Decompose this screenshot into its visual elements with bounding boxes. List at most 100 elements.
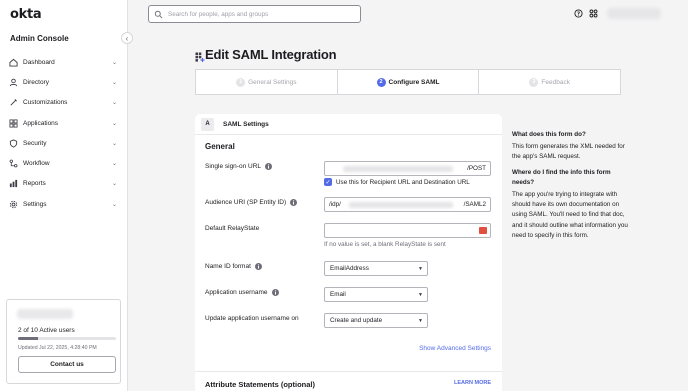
sidebar-item-label: Directory — [23, 78, 50, 86]
caret-down-icon: ▼ — [418, 292, 423, 298]
chevron-down-icon: ⌄ — [111, 161, 117, 168]
active-users-count: 2 of 10 Active users — [18, 327, 75, 334]
dashboard-icon — [9, 58, 18, 67]
active-users-progress-fill — [18, 337, 38, 340]
sidebar-item-label: Dashboard — [23, 58, 55, 66]
help-answer: This form generates the XML needed for t… — [512, 143, 625, 161]
name-id-format-label: Name ID format — [205, 263, 262, 270]
field-label-text: Update application username on — [205, 315, 299, 322]
info-icon[interactable] — [265, 163, 273, 170]
sidebar-item-workflow[interactable]: Workflow ⌄ — [0, 153, 127, 173]
info-icon[interactable] — [290, 199, 298, 206]
audience-uri-suffix: /SAML2 — [463, 201, 486, 208]
recipient-checkbox-row[interactable]: ✓ Use this for Recipient URL and Destina… — [324, 178, 470, 186]
field-label-text: Single sign-on URL — [205, 163, 262, 170]
saml-settings-card: A SAML Settings General Single sign-on U… — [195, 114, 502, 391]
info-icon[interactable] — [271, 289, 279, 296]
select-value: Email — [330, 291, 346, 298]
info-icon[interactable] — [254, 263, 262, 270]
sso-url-field[interactable]: /POST — [324, 161, 491, 176]
general-group-title: General — [205, 142, 235, 151]
audience-uri-prefix: /idp/ — [329, 201, 341, 208]
learn-more-link[interactable]: LEARN MORE — [454, 380, 491, 386]
license-card: 2 of 10 Active users Updated Jul 22, 202… — [6, 299, 121, 384]
updated-timestamp: Updated Jul 22, 2025, 4:28:40 PM — [18, 345, 97, 351]
section-title: SAML Settings — [223, 120, 269, 128]
search-icon — [154, 10, 163, 19]
caret-down-icon: ▼ — [418, 266, 423, 272]
chevron-down-icon: ⌄ — [111, 100, 117, 107]
sidebar-nav: Dashboard ⌄ Directory ⌄ Customizations ⌄… — [0, 52, 127, 214]
shield-icon — [9, 139, 18, 148]
sidebar-item-label: Applications — [23, 119, 59, 127]
relay-state-label: Default RelayState — [205, 225, 259, 232]
help-question: What does this form do? — [512, 131, 586, 138]
sidebar-item-applications[interactable]: Applications ⌄ — [0, 113, 127, 133]
okta-logo[interactable]: okta — [10, 7, 42, 22]
reports-icon — [9, 179, 18, 188]
chevron-down-icon: ⌄ — [111, 79, 117, 86]
autofill-icon[interactable] — [479, 227, 487, 234]
field-label-text: Default RelayState — [205, 225, 260, 232]
sidebar-item-directory[interactable]: Directory ⌄ — [0, 72, 127, 92]
step-label: Feedback — [541, 78, 570, 86]
page-title: Edit SAML Integration — [205, 47, 337, 62]
section-header: A SAML Settings — [195, 114, 502, 135]
sidebar-item-settings[interactable]: Settings ⌄ — [0, 194, 127, 214]
sidebar-item-security[interactable]: Security ⌄ — [0, 133, 127, 153]
redacted-value — [343, 166, 453, 172]
help-icon[interactable]: ? — [574, 9, 583, 18]
apps-grid-icon[interactable] — [589, 9, 598, 18]
audience-uri-field[interactable]: /idp/ /SAML2 — [324, 197, 491, 212]
contact-us-button[interactable]: Contact us — [18, 356, 116, 373]
user-menu-redacted[interactable] — [607, 8, 661, 19]
step-number: 3 — [529, 77, 539, 87]
step-label: General Settings — [248, 78, 297, 86]
help-panel: What does this form do? This form genera… — [512, 130, 630, 247]
relay-state-help: If no value is set, a blank RelayState i… — [324, 241, 446, 248]
chevron-down-icon: ⌄ — [111, 120, 117, 127]
step-general-settings[interactable]: 1 General Settings — [196, 70, 338, 94]
search-input[interactable]: Search for people, apps and groups — [148, 5, 361, 23]
field-label-text: Application username — [205, 289, 268, 296]
step-number: 2 — [376, 77, 386, 87]
field-label-text: Name ID format — [205, 263, 251, 270]
show-advanced-settings-link[interactable]: Show Advanced Settings — [419, 345, 491, 352]
app-username-select[interactable]: Email ▼ — [324, 287, 428, 302]
divider — [195, 371, 502, 372]
help-answer: The app you're trying to integrate with … — [512, 191, 628, 239]
recipient-checkbox[interactable]: ✓ — [324, 178, 332, 186]
step-configure-saml[interactable]: 2 Configure SAML — [338, 70, 480, 94]
active-users-progress — [18, 337, 116, 340]
sidebar-item-label: Workflow — [23, 160, 50, 168]
integration-icon — [195, 52, 205, 62]
audience-uri-label: Audience URI (SP Entity ID) — [205, 199, 298, 206]
sidebar-item-label: Security — [23, 139, 47, 147]
update-username-select[interactable]: Create and update ▼ — [324, 313, 428, 328]
attribute-statements-title: Attribute Statements (optional) — [205, 380, 315, 389]
redacted-value — [349, 202, 453, 208]
sidebar-item-customizations[interactable]: Customizations ⌄ — [0, 93, 127, 113]
relay-state-field[interactable] — [324, 223, 491, 238]
select-value: EmailAddress — [330, 265, 369, 272]
directory-icon — [9, 78, 18, 87]
sidebar-item-reports[interactable]: Reports ⌄ — [0, 174, 127, 194]
workflow-icon — [9, 159, 18, 168]
sidebar: okta Admin Console Dashboard ⌄ Directory… — [0, 0, 128, 391]
step-feedback[interactable]: 3 Feedback — [479, 70, 620, 94]
caret-down-icon: ▼ — [418, 318, 423, 324]
chevron-left-icon[interactable]: ‹ — [121, 32, 133, 44]
search-placeholder: Search for people, apps and groups — [168, 10, 269, 18]
step-number: 1 — [236, 77, 246, 87]
name-id-format-select[interactable]: EmailAddress ▼ — [324, 261, 428, 276]
chevron-down-icon: ⌄ — [111, 140, 117, 147]
recipient-checkbox-label: Use this for Recipient URL and Destinati… — [336, 178, 470, 186]
org-name-redacted — [17, 309, 73, 319]
wizard-stepper: 1 General Settings 2 Configure SAML 3 Fe… — [195, 69, 621, 95]
sidebar-item-dashboard[interactable]: Dashboard ⌄ — [0, 52, 127, 72]
chevron-down-icon: ⌄ — [111, 59, 117, 66]
step-label: Configure SAML — [388, 78, 440, 86]
customizations-icon — [9, 98, 18, 107]
chevron-down-icon: ⌄ — [111, 181, 117, 188]
sso-url-label: Single sign-on URL — [205, 163, 273, 170]
